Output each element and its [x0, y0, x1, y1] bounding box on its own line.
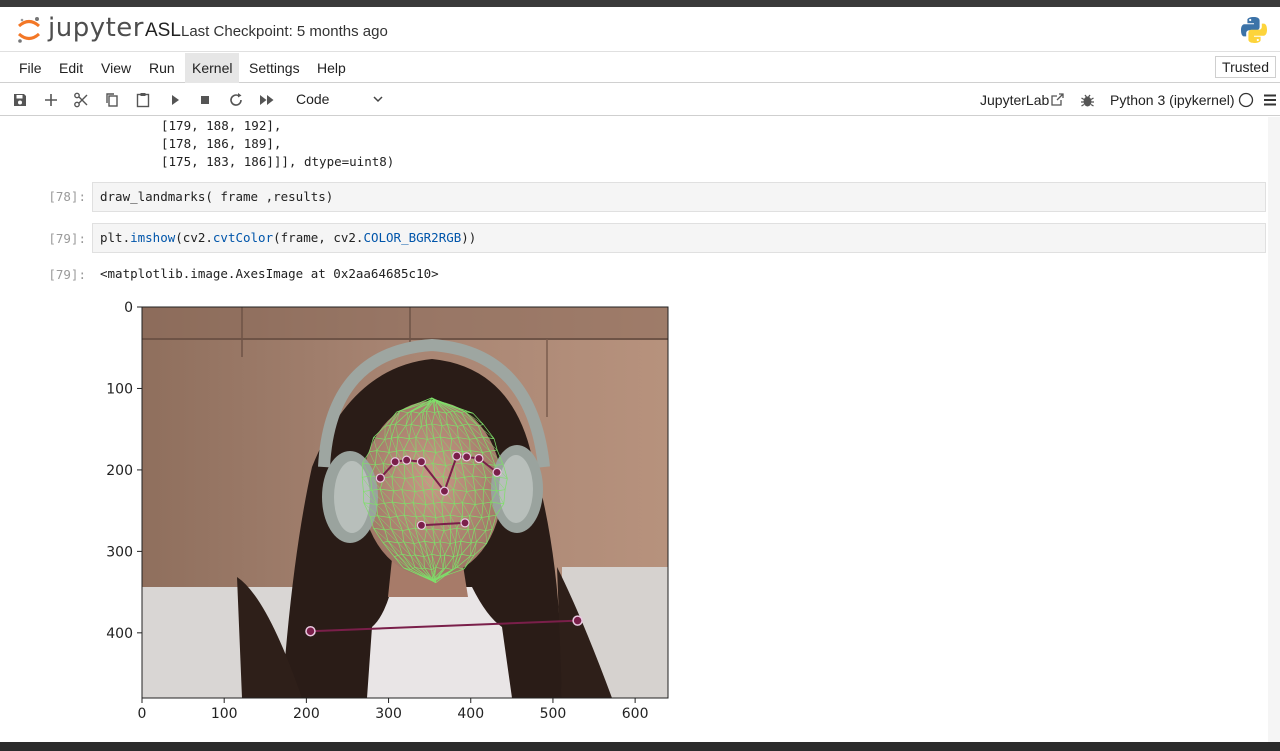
code-cell-78[interactable]: draw_landmarks( frame ,results)	[92, 182, 1266, 212]
x-tick-label: 500	[540, 706, 567, 722]
face-keypoint	[375, 473, 385, 483]
interrupt-kernel-icon[interactable]	[196, 91, 214, 109]
menu-help[interactable]: Help	[310, 53, 353, 83]
y-tick-label: 300	[106, 544, 133, 560]
code-token: (cv2.	[175, 230, 213, 245]
cut-icon[interactable]	[72, 91, 90, 109]
last-checkpoint: Last Checkpoint: 5 months ago	[181, 23, 388, 40]
restart-run-all-icon[interactable]	[258, 91, 276, 109]
face-keypoint	[416, 520, 427, 530]
face-keypoint	[402, 455, 412, 465]
os-top-bar	[0, 0, 1280, 7]
paste-icon[interactable]	[134, 91, 152, 109]
notebook-header: jupyter ASL Last Checkpoint: 5 months ag…	[0, 7, 1280, 52]
face-keypoint	[452, 451, 462, 461]
output-text: <matplotlib.image.AxesImage at 0x2aa6468…	[100, 266, 439, 281]
matplotlib-figure: 0 100 200 300 400 500 600 0 100 200 300 400	[106, 300, 669, 722]
code-token: COLOR_BGR2RGB	[363, 230, 462, 245]
open-jupyterlab-link[interactable]: JupyterLab	[980, 92, 1049, 108]
restart-kernel-icon[interactable]	[227, 91, 245, 109]
chevron-down-icon[interactable]	[372, 93, 384, 105]
previous-output-line: [178, 186, 189],	[161, 136, 282, 151]
run-cell-icon[interactable]	[166, 91, 184, 109]
code-token: ))	[461, 230, 477, 245]
external-link-icon[interactable]	[1050, 92, 1065, 107]
face-keypoint	[439, 486, 450, 496]
face-keypoint	[474, 453, 484, 464]
input-prompt-78: [78]:	[48, 189, 86, 204]
x-tick-label: 200	[293, 706, 320, 722]
notebook-scrollbar[interactable]	[1268, 117, 1280, 742]
code-token: cvtColor	[212, 230, 274, 245]
face-keypoint	[492, 467, 502, 477]
x-tick-label: 300	[375, 706, 402, 722]
debugger-bug-icon[interactable]	[1080, 92, 1095, 108]
y-tick-label: 200	[106, 463, 133, 479]
x-tick-label: 400	[457, 706, 484, 722]
kernel-name[interactable]: Python 3 (ipykernel)	[1110, 92, 1235, 108]
x-tick-label: 600	[622, 706, 649, 722]
face-keypoint	[416, 457, 427, 467]
y-tick-label: 100	[106, 381, 133, 397]
menu-kernel[interactable]: Kernel	[185, 53, 240, 83]
y-tick-label: 0	[124, 300, 133, 316]
output-prompt-79: [79]:	[48, 267, 86, 282]
copy-icon[interactable]	[103, 91, 121, 109]
notebook-panel: [179, 188, 192], [178, 186, 189], [175, …	[0, 117, 1280, 742]
kernel-status-idle-icon	[1238, 92, 1254, 108]
trusted-indicator[interactable]: Trusted	[1215, 56, 1276, 78]
menu-settings[interactable]: Settings	[242, 53, 307, 83]
notebook-title[interactable]: ASL	[145, 20, 181, 42]
menu-file[interactable]: File	[12, 53, 49, 83]
face-keypoint	[460, 518, 470, 528]
previous-output-line: [179, 188, 192],	[161, 118, 282, 133]
menu-hamburger-icon[interactable]	[1262, 92, 1278, 108]
pose-landmark-point	[305, 625, 316, 637]
python-logo-icon	[1241, 17, 1267, 43]
jupyter-logo-text: jupyter	[48, 13, 144, 43]
code-token: (frame, cv2.	[273, 230, 364, 245]
face-keypoint	[462, 452, 472, 462]
save-icon[interactable]	[11, 91, 29, 109]
os-taskbar	[0, 742, 1280, 751]
x-tick-label: 100	[211, 706, 238, 722]
face-keypoint	[390, 457, 400, 467]
notebook-toolbar: Code JupyterLab Python 3 (ipykernel)	[0, 84, 1280, 116]
cell-type-select[interactable]: Code	[296, 91, 329, 107]
add-cell-icon[interactable]	[42, 91, 60, 109]
input-prompt-79: [79]:	[48, 231, 86, 246]
y-tick-label: 400	[106, 626, 133, 642]
jupyter-logo-icon[interactable]	[16, 15, 42, 45]
menubar: File Edit View Run Kernel Settings Help …	[0, 53, 1280, 83]
code-cell-79[interactable]: plt.imshow(cv2.cvtColor(frame, cv2.COLOR…	[92, 223, 1266, 253]
jupyterlab-label: JupyterLab	[980, 92, 1050, 108]
code-token: plt.	[100, 230, 131, 245]
code-token: imshow	[130, 230, 176, 245]
pose-landmark-point	[572, 615, 583, 626]
menu-view[interactable]: View	[94, 53, 138, 83]
previous-output-line: [175, 183, 186]]], dtype=uint8)	[161, 154, 395, 169]
menu-run[interactable]: Run	[142, 53, 182, 83]
x-tick-label: 0	[138, 706, 147, 722]
code-text: draw_landmarks( frame ,results)	[100, 189, 334, 204]
menu-edit[interactable]: Edit	[52, 53, 90, 83]
